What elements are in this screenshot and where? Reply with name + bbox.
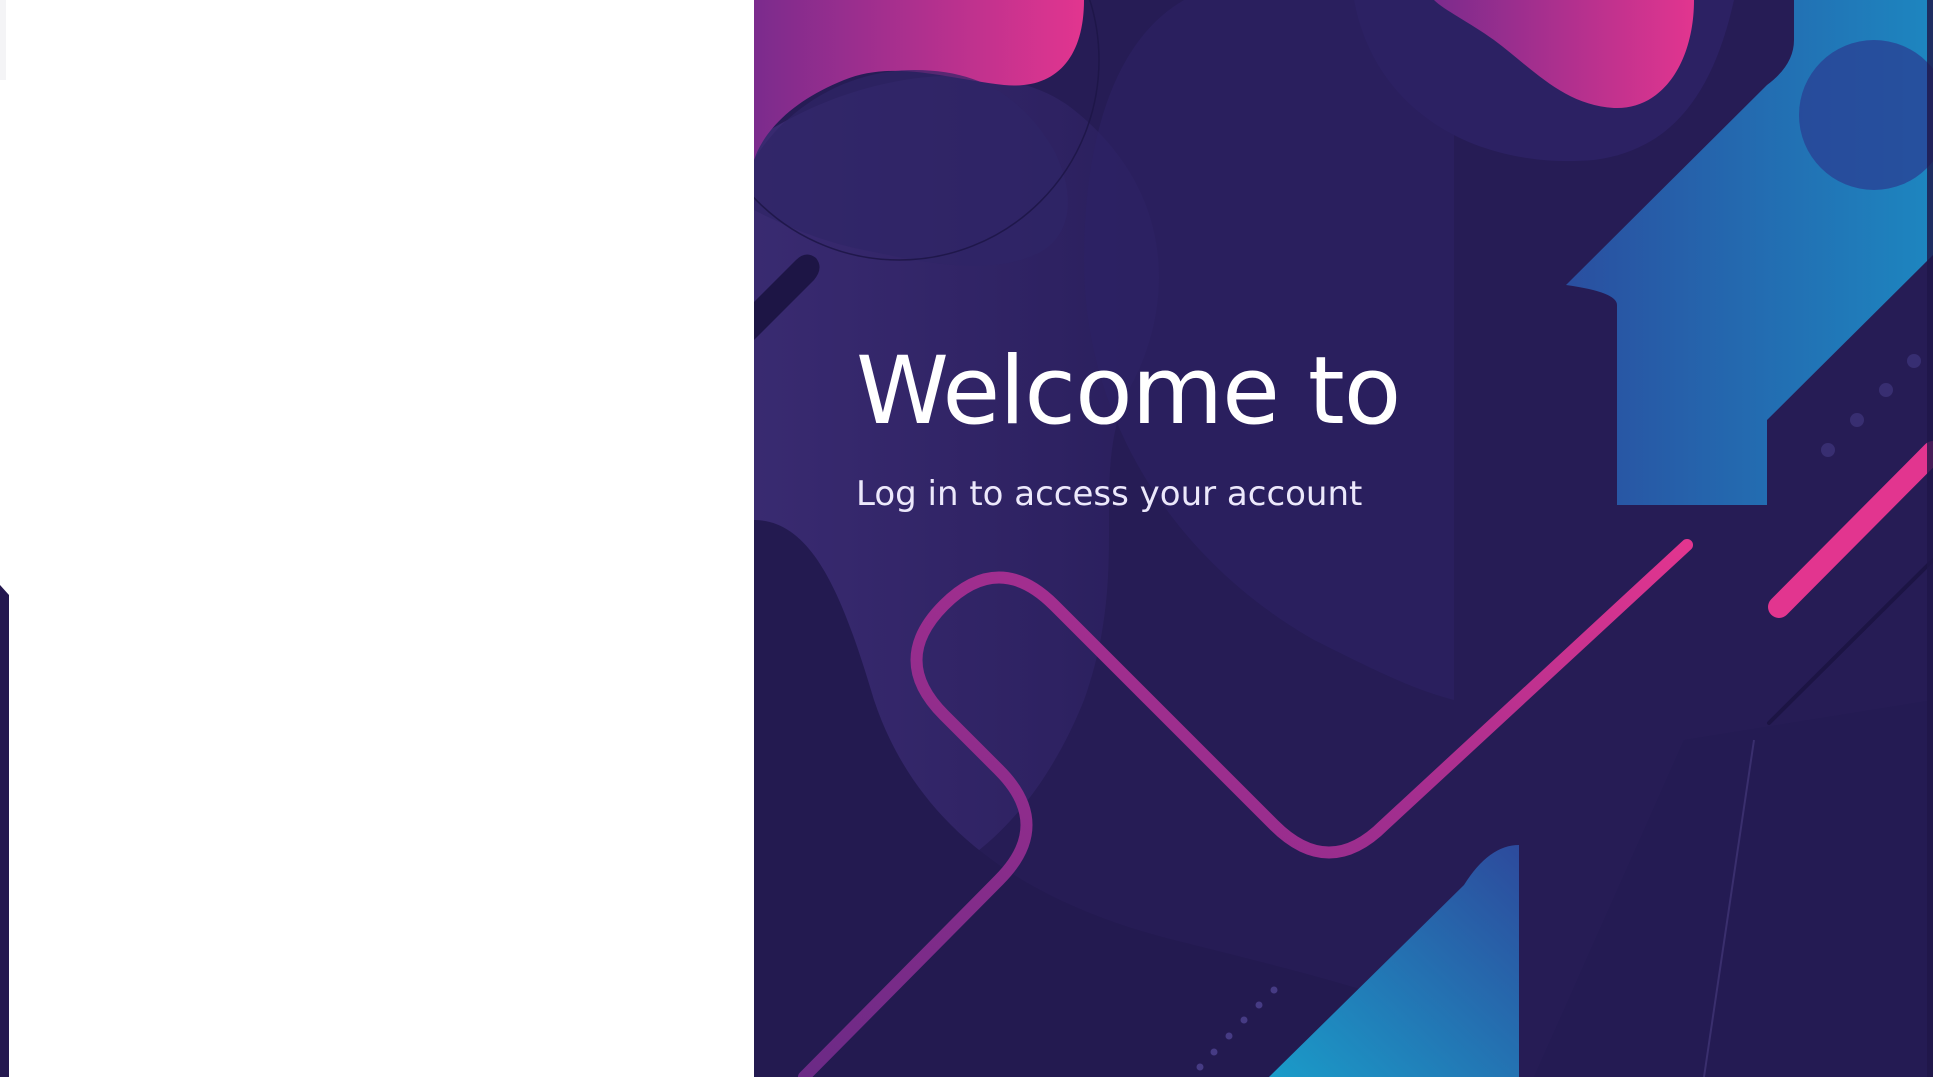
left-edge-decoration — [0, 0, 9, 1077]
background-artwork — [754, 0, 1933, 1077]
welcome-text-block: Welcome to Log in to access your account — [856, 330, 1756, 516]
login-page: Welcome to Log in to access your account — [0, 0, 1933, 1077]
welcome-subtitle: Log in to access your account — [856, 474, 1363, 514]
welcome-title: Welcome to — [856, 337, 1401, 446]
welcome-panel: Welcome to Log in to access your account — [754, 0, 1933, 1077]
login-form-panel — [0, 0, 754, 1077]
